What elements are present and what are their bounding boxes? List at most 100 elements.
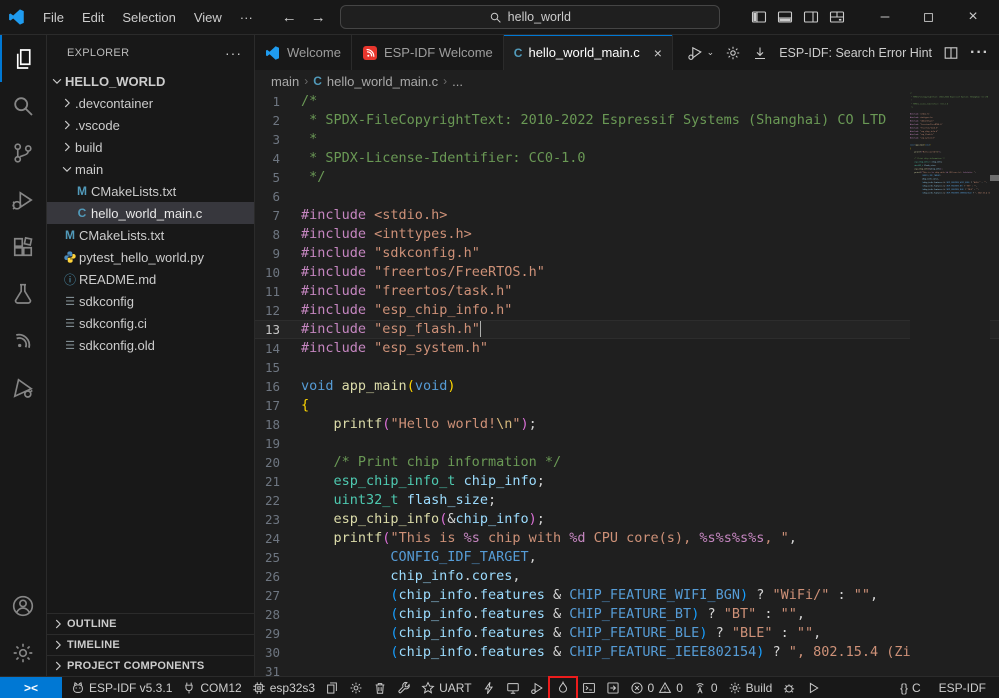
status-monitor-device[interactable] — [501, 677, 525, 698]
window-close-button[interactable]: × — [953, 2, 993, 32]
run-dropdown-chevron-icon[interactable]: ⌄ — [707, 47, 715, 58]
file-cmakelists-txt[interactable]: MCMakeLists.txt — [47, 180, 254, 202]
menu-view[interactable]: View — [185, 7, 231, 28]
status-run-status[interactable] — [801, 677, 825, 698]
status-flash[interactable] — [477, 677, 501, 698]
code-line-12[interactable]: 12#include "esp_chip_info.h" — [255, 301, 999, 320]
code-line-14[interactable]: 14#include "esp_system.h" — [255, 339, 999, 358]
code-line-24[interactable]: 24 printf("This is %s chip with %d CPU c… — [255, 529, 999, 548]
status-language-mode[interactable]: {}C — [895, 677, 926, 698]
toggle-panel-icon[interactable] — [777, 9, 793, 25]
activitybar-explorer[interactable] — [0, 35, 46, 82]
code-line-22[interactable]: 22 uint32_t flash_size; — [255, 491, 999, 510]
status-rainmaker[interactable]: 0 — [688, 677, 723, 698]
status-problems[interactable]: 00 — [625, 677, 688, 698]
code-line-18[interactable]: 18 printf("Hello world!\n"); — [255, 415, 999, 434]
status-esp-idf-version[interactable]: ESP-IDF v5.3.1 — [66, 677, 177, 698]
code-line-6[interactable]: 6 — [255, 187, 999, 206]
file-sdkconfig-ci[interactable]: ☰sdkconfig.ci — [47, 312, 254, 334]
file-sdkconfig[interactable]: ☰sdkconfig — [47, 290, 254, 312]
status-debug-status[interactable] — [777, 677, 801, 698]
window-maximize-button[interactable] — [909, 2, 949, 32]
code-line-11[interactable]: 11#include "freertos/task.h" — [255, 282, 999, 301]
tree-root-hello-world[interactable]: HELLO_WORLD — [47, 70, 254, 92]
minimap[interactable]: /* * SPDX-FileCopyrightText: 2010-2022 E… — [910, 92, 990, 676]
file-pytest-hello-world-py[interactable]: pytest_hello_world.py — [47, 246, 254, 268]
esp-idf-search-error-hint[interactable]: ESP-IDF: Search Error Hint — [779, 46, 932, 60]
section-outline[interactable]: OUTLINE — [47, 613, 254, 634]
folder--vscode[interactable]: .vscode — [47, 114, 254, 136]
editor-more-actions-icon[interactable]: ··· — [970, 44, 989, 62]
folder-build[interactable]: build — [47, 136, 254, 158]
toggle-secondary-sidebar-icon[interactable] — [803, 9, 819, 25]
activitybar-testing[interactable] — [0, 270, 46, 317]
code-line-10[interactable]: 10#include "freertos/FreeRTOS.h" — [255, 263, 999, 282]
code-editor[interactable]: 1/*2 * SPDX-FileCopyrightText: 2010-2022… — [255, 92, 999, 676]
code-line-8[interactable]: 8#include <inttypes.h> — [255, 225, 999, 244]
status-esp-idf-extension[interactable]: ESP-IDF — [934, 677, 991, 698]
status-project-configuration[interactable] — [320, 677, 344, 698]
overview-ruler[interactable] — [990, 92, 999, 676]
code-line-3[interactable]: 3 * — [255, 130, 999, 149]
file-sdkconfig-old[interactable]: ☰sdkconfig.old — [47, 334, 254, 356]
code-line-25[interactable]: 25 CONFIG_IDF_TARGET, — [255, 548, 999, 567]
code-line-26[interactable]: 26 chip_info.cores, — [255, 567, 999, 586]
code-line-9[interactable]: 9#include "sdkconfig.h" — [255, 244, 999, 263]
activitybar-run-and-debug[interactable] — [0, 176, 46, 223]
menu-selection[interactable]: Selection — [113, 7, 184, 28]
file-readme-md[interactable]: ⓘREADME.md — [47, 268, 254, 290]
code-line-15[interactable]: 15 — [255, 358, 999, 377]
file-hello-world-main-c[interactable]: Chello_world_main.c — [47, 202, 254, 224]
activitybar-accounts[interactable] — [0, 582, 46, 629]
breadcrumb-folder[interactable]: main — [271, 74, 299, 89]
tab-hello-world-main[interactable]: C hello_world_main.c × — [504, 35, 673, 70]
window-minimize-button[interactable] — [865, 2, 905, 32]
code-line-27[interactable]: 27 (chip_info.features & CHIP_FEATURE_WI… — [255, 586, 999, 605]
nav-forward-icon[interactable]: → — [311, 9, 326, 26]
breadcrumb-file[interactable]: hello_world_main.c — [327, 74, 438, 89]
run-or-debug-icon[interactable] — [687, 45, 703, 61]
section-project-components[interactable]: PROJECT COMPONENTS — [47, 655, 254, 676]
tab-close-icon[interactable]: × — [654, 45, 662, 61]
file-cmakelists-txt[interactable]: MCMakeLists.txt — [47, 224, 254, 246]
menu-file[interactable]: File — [34, 7, 73, 28]
code-line-23[interactable]: 23 esp_chip_info(&chip_info); — [255, 510, 999, 529]
activitybar-search[interactable] — [0, 82, 46, 129]
status-custom-task[interactable] — [392, 677, 416, 698]
status-open-idf-component[interactable] — [601, 677, 625, 698]
code-line-2[interactable]: 2 * SPDX-FileCopyrightText: 2010-2022 Es… — [255, 111, 999, 130]
status-idf-terminal[interactable] — [577, 677, 601, 698]
menu-edit[interactable]: Edit — [73, 7, 113, 28]
folder-main[interactable]: main — [47, 158, 254, 180]
activitybar-extensions[interactable] — [0, 223, 46, 270]
install-download-icon[interactable] — [752, 45, 768, 61]
menu-overflow[interactable]: ··· — [231, 7, 262, 28]
command-center-search[interactable]: hello_world — [340, 5, 720, 29]
code-line-20[interactable]: 20 /* Print chip information */ — [255, 453, 999, 472]
section-timeline[interactable]: TIMELINE — [47, 634, 254, 655]
status-serial-port[interactable]: COM12 — [177, 677, 246, 698]
code-line-7[interactable]: 7#include <stdio.h> — [255, 206, 999, 225]
explorer-more-actions-icon[interactable]: ··· — [225, 45, 242, 61]
editor-settings-gear-icon[interactable] — [725, 45, 741, 61]
code-line-30[interactable]: 30 (chip_info.features & CHIP_FEATURE_IE… — [255, 643, 999, 662]
code-line-16[interactable]: 16void app_main(void) — [255, 377, 999, 396]
status-device-target[interactable]: esp32s3 — [247, 677, 320, 698]
status-flash-method[interactable]: UART — [416, 677, 476, 698]
breadcrumb[interactable]: main › C hello_world_main.c › ... — [255, 70, 999, 92]
code-line-17[interactable]: 17{ — [255, 396, 999, 415]
code-line-28[interactable]: 28 (chip_info.features & CHIP_FEATURE_BT… — [255, 605, 999, 624]
tab-esp-idf-welcome[interactable]: ESP-IDF Welcome — [352, 35, 504, 70]
code-line-4[interactable]: 4 * SPDX-License-Identifier: CC0-1.0 — [255, 149, 999, 168]
activitybar-esp-idf-tools[interactable] — [0, 364, 46, 411]
nav-back-icon[interactable]: ← — [282, 9, 297, 26]
activitybar-manage[interactable] — [0, 629, 46, 676]
breadcrumb-symbol-more[interactable]: ... — [452, 74, 463, 89]
status-debug-device[interactable] — [525, 677, 549, 698]
folder--devcontainer[interactable]: .devcontainer — [47, 92, 254, 114]
code-line-31[interactable]: 31 — [255, 662, 999, 676]
tab-welcome[interactable]: Welcome — [255, 35, 352, 70]
code-line-29[interactable]: 29 (chip_info.features & CHIP_FEATURE_BL… — [255, 624, 999, 643]
status-full-clean[interactable] — [368, 677, 392, 698]
code-line-5[interactable]: 5 */ — [255, 168, 999, 187]
